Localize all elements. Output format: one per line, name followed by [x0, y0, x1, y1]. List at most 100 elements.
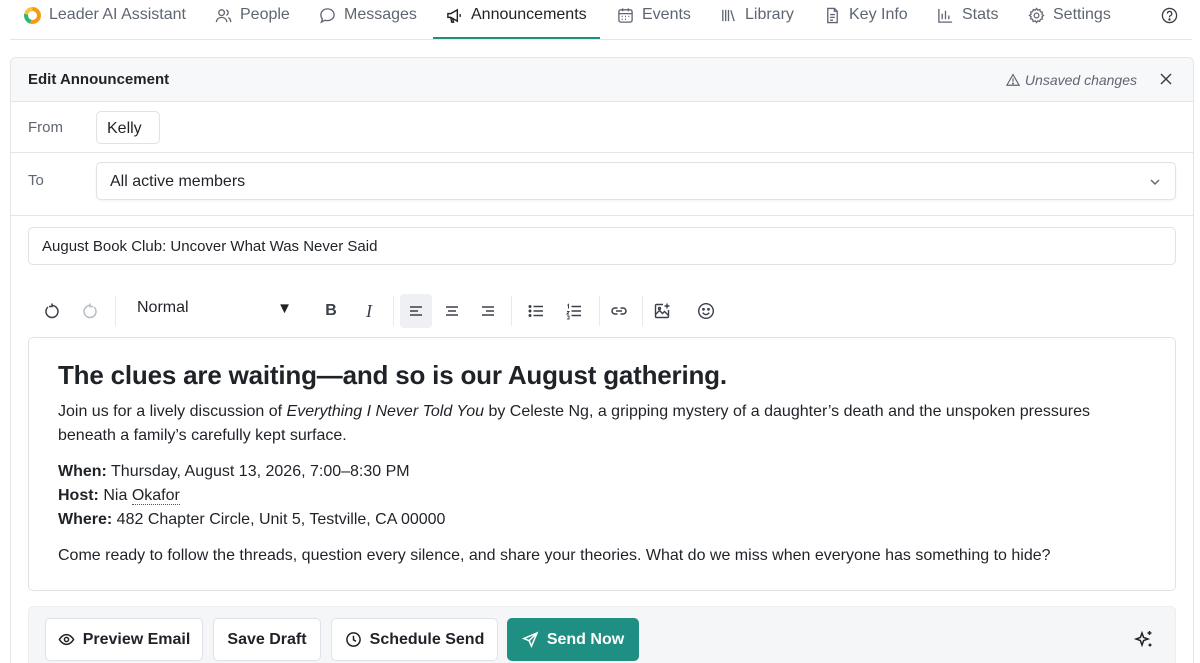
text-style-value: Normal — [137, 299, 189, 316]
align-left-button[interactable] — [400, 294, 432, 328]
caret-down-icon: ▼ — [277, 300, 292, 317]
calendar-icon — [618, 7, 633, 23]
when-line: When: Thursday, August 13, 2026, 7:00–8:… — [58, 460, 1146, 484]
nav-label-library: Library — [745, 6, 794, 23]
brand-link[interactable]: Leader AI Assistant — [24, 0, 186, 30]
nav-item-announcements[interactable]: Announcements — [446, 0, 587, 30]
align-right-button[interactable] — [474, 294, 502, 328]
message-editor[interactable]: The clues are waiting—and so is our Augu… — [28, 337, 1176, 591]
link-icon — [611, 307, 627, 315]
nav-item-library[interactable]: Library — [720, 0, 794, 30]
where-line: Where: 482 Chapter Circle, Unit 5, Testv… — [58, 508, 1146, 532]
ai-sparkle-icon[interactable] — [1133, 629, 1155, 651]
people-icon — [215, 8, 232, 22]
warning-icon — [1005, 73, 1020, 86]
toolbar-separator — [599, 296, 600, 326]
nav-item-people[interactable]: People — [215, 0, 290, 30]
bold-icon: B — [325, 302, 337, 319]
text-style-select[interactable]: Normal ▼ — [137, 299, 292, 323]
nav-label-stats: Stats — [962, 6, 999, 23]
nav-item-key-info[interactable]: Key Info — [824, 0, 908, 30]
chevron-down-icon — [1150, 179, 1160, 185]
toolbar-separator — [642, 296, 643, 326]
bold-button[interactable]: B — [319, 294, 343, 328]
from-divider — [11, 152, 1193, 153]
message-bubble-icon — [320, 7, 335, 23]
when-value: Thursday, August 13, 2026, 7:00–8:30 PM — [106, 463, 410, 480]
numbered-list-icon — [565, 303, 581, 320]
redo-button[interactable] — [77, 294, 103, 328]
unsaved-status: Unsaved changes — [1005, 72, 1137, 88]
to-select[interactable]: All active members — [96, 162, 1176, 200]
intro-text-start: Join us for a lively discussion of — [58, 403, 287, 420]
host-line: Host: Nia Okafor — [58, 484, 1146, 508]
library-icon — [722, 9, 735, 21]
where-value: 482 Chapter Circle, Unit 5, Testville, C… — [112, 511, 446, 528]
nav-label-messages: Messages — [344, 6, 417, 23]
preview-email-label: Preview Email — [82, 630, 191, 648]
link-button[interactable] — [605, 294, 633, 328]
align-center-icon — [446, 306, 458, 316]
host-last-name: Okafor — [131, 487, 180, 505]
emoji-button[interactable] — [692, 294, 720, 328]
send-now-label: Send Now — [546, 630, 625, 648]
subject-input[interactable]: August Book Club: Uncover What Was Never… — [28, 227, 1176, 265]
bar-chart-icon — [938, 8, 953, 23]
clock-icon — [345, 632, 361, 647]
nav-item-events[interactable]: Events — [617, 0, 691, 30]
schedule-send-label: Schedule Send — [369, 630, 485, 648]
nav-item-settings[interactable]: Settings — [1028, 0, 1111, 30]
toolbar-separator — [393, 296, 394, 326]
host-first-name: Nia — [103, 487, 128, 504]
from-field[interactable]: Kelly — [96, 111, 160, 144]
nav-label-events: Events — [642, 6, 691, 23]
italic-button[interactable]: I — [357, 294, 381, 328]
gear-icon — [1028, 6, 1045, 24]
align-right-icon — [482, 306, 494, 316]
send-now-button[interactable]: Send Now — [507, 618, 639, 661]
help-circle-icon — [1161, 7, 1178, 23]
to-divider — [11, 215, 1193, 216]
megaphone-icon — [447, 8, 461, 23]
intro-paragraph: Join us for a lively discussion of Every… — [58, 400, 1146, 448]
closing-paragraph: Come ready to follow the threads, questi… — [58, 547, 1051, 564]
nav-item-stats[interactable]: Stats — [937, 0, 998, 30]
align-center-button[interactable] — [438, 294, 466, 328]
where-label: Where: — [58, 511, 113, 528]
send-icon — [521, 631, 539, 648]
from-label: From — [28, 119, 63, 136]
numbered-list-button[interactable] — [559, 294, 589, 328]
top-nav: Leader AI Assistant People Messages Anno… — [0, 0, 1200, 40]
eye-icon — [58, 633, 75, 646]
bullet-list-icon — [528, 305, 543, 317]
action-bar: Preview Email Save Draft Schedule Send S… — [28, 606, 1176, 663]
nav-divider — [10, 39, 1192, 40]
close-icon[interactable] — [1157, 70, 1175, 88]
undo-icon — [45, 303, 59, 319]
book-title: Everything I Never Told You — [286, 403, 484, 420]
undo-button[interactable] — [39, 294, 65, 328]
host-label: Host: — [58, 487, 99, 504]
brand-logo-icon — [24, 6, 41, 24]
nav-item-messages[interactable]: Messages — [319, 0, 417, 30]
toolbar-separator — [511, 296, 512, 326]
bullet-list-button[interactable] — [521, 294, 551, 328]
insert-image-button[interactable] — [648, 294, 676, 328]
nav-label-settings: Settings — [1053, 6, 1111, 23]
image-add-icon — [654, 303, 670, 319]
edit-announcement-panel: Edit Announcement Unsaved changes From K… — [10, 57, 1194, 663]
nav-label-people: People — [240, 6, 290, 23]
schedule-send-button[interactable]: Schedule Send — [331, 618, 498, 661]
preview-email-button[interactable]: Preview Email — [45, 618, 203, 661]
emoji-icon — [697, 302, 715, 320]
panel-header: Edit Announcement Unsaved changes — [11, 58, 1193, 102]
save-draft-label: Save Draft — [227, 630, 307, 648]
when-label: When: — [58, 463, 107, 480]
brand-label: Leader AI Assistant — [49, 6, 186, 23]
redo-icon — [83, 303, 97, 319]
help-button[interactable] — [1161, 0, 1178, 30]
panel-title: Edit Announcement — [28, 71, 170, 88]
save-draft-button[interactable]: Save Draft — [213, 618, 321, 661]
unsaved-label: Unsaved changes — [1024, 72, 1137, 88]
document-icon — [827, 7, 838, 23]
